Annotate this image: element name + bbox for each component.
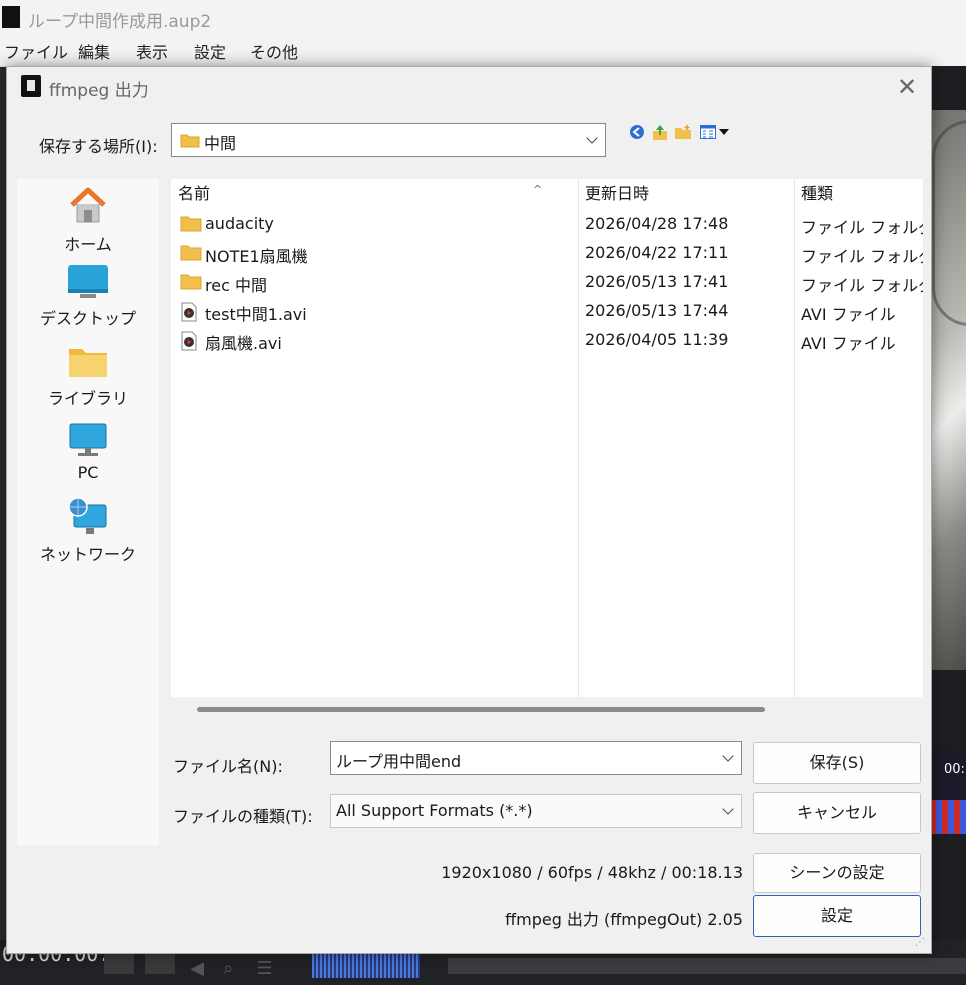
list-item[interactable]: audacity 2026/04/28 17:48 ファイル フォルダー: [171, 210, 923, 239]
folder-icon: [180, 216, 202, 232]
file-name: test中間1.avi: [205, 305, 307, 324]
output-info: 1920x1080 / 60fps / 48khz / 00:18.13: [441, 863, 743, 882]
volume-icon[interactable]: ◀: [190, 958, 210, 979]
chevron-down-icon: [587, 134, 597, 144]
place-label: ライブラリ: [47, 389, 128, 408]
list-item[interactable]: rec 中間 2026/05/13 17:41 ファイル フォルダー: [171, 268, 923, 297]
monitor-icon: [69, 423, 107, 456]
menu-other[interactable]: その他: [250, 39, 298, 63]
home-icon: [70, 187, 106, 223]
timeline-scrollbar[interactable]: [448, 958, 966, 974]
resize-grip-icon[interactable]: ⋰: [915, 937, 925, 948]
close-icon: ✕: [896, 73, 918, 101]
folder-icon: [180, 245, 202, 261]
file-name: NOTE1扇風機: [205, 247, 308, 266]
back-button[interactable]: [627, 123, 647, 141]
view-grid-icon: [699, 125, 716, 139]
column-header-type[interactable]: 種類: [794, 179, 833, 209]
menu-settings[interactable]: 設定: [194, 39, 226, 63]
place-desktop[interactable]: デスクトップ: [17, 263, 159, 329]
network-icon: [68, 497, 107, 534]
file-date: 2026/05/13 17:41: [585, 272, 729, 291]
location-value: 中間: [204, 134, 237, 153]
file-type: AVI ファイル: [801, 334, 896, 353]
ffmpeg-save-dialog: ffmpeg 出力 ✕ 保存する場所(I): 中間 ホーム デスクトップ ライブ…: [6, 66, 932, 954]
filetype-value: All Support Formats (*.*): [336, 801, 533, 820]
video-file-icon: [181, 302, 197, 322]
save-in-label: 保存する場所(I):: [39, 137, 158, 156]
file-date: 2026/04/28 17:48: [585, 214, 729, 233]
file-type: ファイル フォルダー: [801, 276, 923, 295]
app-logo-icon: [2, 6, 20, 28]
timeline-clip: [930, 800, 966, 834]
menu-view[interactable]: 表示: [136, 39, 168, 63]
dialog-app-icon: [21, 75, 41, 97]
chevron-down-icon: [723, 805, 733, 815]
place-library[interactable]: ライブラリ: [17, 343, 159, 409]
file-date: 2026/05/13 17:44: [585, 301, 729, 320]
horizontal-scrollbar[interactable]: [197, 707, 765, 712]
file-name: audacity: [205, 214, 274, 233]
file-type: ファイル フォルダー: [801, 218, 923, 237]
place-label: デスクトップ: [39, 309, 136, 328]
scene-settings-button[interactable]: シーンの設定: [753, 853, 921, 893]
file-name: 扇風機.avi: [205, 334, 282, 353]
file-date: 2026/04/05 11:39: [585, 330, 729, 349]
filetype-select[interactable]: All Support Formats (*.*): [330, 794, 742, 828]
filename-value: ループ用中間end: [336, 752, 462, 771]
column-header-date[interactable]: 更新日時: [578, 179, 649, 209]
new-folder-button[interactable]: [673, 123, 693, 141]
timeline-timecode: 00:: [944, 762, 965, 777]
filetype-label: ファイルの種類(T):: [173, 807, 313, 826]
video-file-icon: [181, 331, 197, 351]
folder-icon: [180, 274, 202, 290]
list-item[interactable]: test中間1.avi 2026/05/13 17:44 AVI ファイル: [171, 297, 923, 326]
file-name: rec 中間: [205, 276, 267, 295]
up-folder-icon: [653, 125, 667, 140]
list-item[interactable]: NOTE1扇風機 2026/04/22 17:11 ファイル フォルダー: [171, 239, 923, 268]
library-folder-icon: [69, 349, 107, 377]
plugin-version: ffmpeg 出力 (ffmpegOut) 2.05: [505, 910, 743, 929]
up-folder-button[interactable]: [650, 123, 670, 141]
save-button[interactable]: 保存(S): [753, 742, 921, 784]
dialog-title: ffmpeg 出力: [49, 81, 149, 101]
place-pc[interactable]: PC: [17, 421, 159, 482]
list-item[interactable]: 扇風機.avi 2026/04/05 11:39 AVI ファイル: [171, 326, 923, 355]
app-title: ループ中間作成用.aup2: [28, 12, 212, 32]
dropdown-arrow-icon: [718, 129, 729, 135]
preview-fan-shape: [932, 120, 966, 326]
folder-icon: [180, 134, 200, 148]
places-bar: ホーム デスクトップ ライブラリ PC ネットワーク: [17, 179, 159, 845]
menu-edit[interactable]: 編集: [78, 39, 110, 63]
filename-label: ファイル名(N):: [173, 757, 283, 776]
column-header-name[interactable]: 名前: [171, 179, 210, 209]
view-menu-button[interactable]: [697, 123, 731, 141]
list-icon[interactable]: ☰: [256, 958, 276, 979]
audio-waveform: [312, 952, 420, 978]
file-date: 2026/04/22 17:11: [585, 243, 729, 262]
app-title-bar: ループ中間作成用.aup2: [0, 0, 966, 36]
filename-input[interactable]: ループ用中間end: [330, 741, 742, 775]
place-label: PC: [77, 463, 99, 482]
cancel-button[interactable]: キャンセル: [753, 792, 921, 834]
back-arrow-icon: [630, 125, 644, 139]
place-label: ホーム: [64, 235, 112, 254]
place-network[interactable]: ネットワーク: [17, 497, 159, 565]
menu-file[interactable]: ファイル: [4, 39, 68, 63]
place-label: ネットワーク: [39, 545, 136, 564]
close-button[interactable]: ✕: [893, 73, 921, 101]
zoom-icon[interactable]: ⌕: [223, 958, 243, 979]
file-type: ファイル フォルダー: [801, 247, 923, 266]
sort-caret-icon: ^: [533, 183, 543, 196]
location-dropdown[interactable]: 中間: [171, 123, 606, 157]
chevron-down-icon[interactable]: [723, 752, 733, 762]
settings-button[interactable]: 設定: [753, 895, 921, 937]
file-type: AVI ファイル: [801, 305, 896, 324]
desktop-icon: [68, 265, 108, 298]
place-home[interactable]: ホーム: [17, 183, 159, 255]
app-menu-bar: ファイル 編集 表示 設定 その他: [0, 36, 966, 67]
file-list[interactable]: ^ 名前 更新日時 種類 audacity 2026/04/28 17:48 フ…: [171, 179, 923, 697]
new-folder-icon: [675, 125, 691, 139]
